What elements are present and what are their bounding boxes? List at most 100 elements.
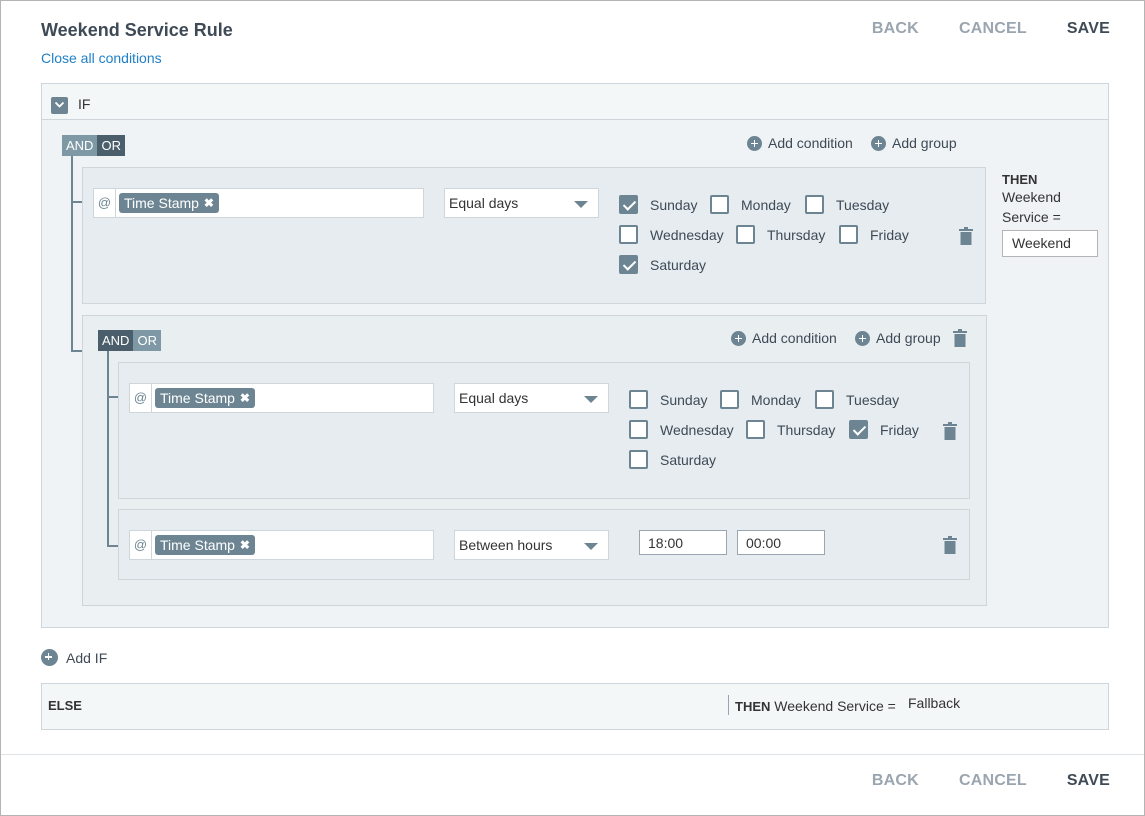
checkbox-label: Sunday xyxy=(660,391,708,408)
then-title: THEN xyxy=(1002,172,1038,187)
at-icon: @ xyxy=(130,384,152,412)
checkbox-friday[interactable]: Friday xyxy=(849,420,919,439)
field-input[interactable]: @ Time Stamp ✖ xyxy=(129,530,434,560)
checkbox-icon xyxy=(720,390,739,409)
checkbox-icon xyxy=(629,390,648,409)
field-input[interactable]: @ Time Stamp ✖ xyxy=(93,188,424,218)
page-title: Weekend Service Rule xyxy=(41,20,233,40)
else-then-field: Weekend Service = xyxy=(774,698,896,714)
footer-save-button[interactable]: SAVE xyxy=(1067,772,1110,790)
at-icon: @ xyxy=(130,531,152,559)
operator-select[interactable]: Between hours xyxy=(454,530,609,560)
checkbox-tuesday[interactable]: Tuesday xyxy=(805,195,889,214)
add-group-button[interactable]: Add group xyxy=(871,135,957,151)
at-icon: @ xyxy=(94,189,116,217)
checkbox-monday[interactable]: Monday xyxy=(720,390,801,409)
checkbox-label: Thursday xyxy=(777,421,836,438)
field-tag: Time Stamp ✖ xyxy=(155,388,255,408)
checkbox-icon xyxy=(710,195,729,214)
trash-icon xyxy=(953,329,967,347)
add-condition-label: Add condition xyxy=(752,330,837,346)
add-group-label: Add group xyxy=(876,330,941,346)
from-time-input[interactable]: 18:00 xyxy=(639,530,727,555)
group-and-button[interactable]: AND xyxy=(98,330,134,351)
root-and-button[interactable]: AND xyxy=(62,135,98,156)
checkbox-icon xyxy=(839,225,858,244)
field-tag-label: Time Stamp xyxy=(124,195,199,211)
checkbox-icon xyxy=(619,255,638,274)
footer-cancel-button[interactable]: CANCEL xyxy=(959,772,1027,790)
field-input[interactable]: @ Time Stamp ✖ xyxy=(129,383,434,413)
chevron-down-icon xyxy=(54,101,65,108)
group-add-group-button[interactable]: Add group xyxy=(855,330,941,346)
remove-tag-icon[interactable]: ✖ xyxy=(240,388,250,408)
checkbox-saturday[interactable]: Saturday xyxy=(629,450,716,469)
checkbox-label: Monday xyxy=(751,391,801,408)
checkbox-label: Monday xyxy=(741,196,791,213)
to-time-input[interactable]: 00:00 xyxy=(737,530,825,555)
checkbox-icon xyxy=(629,420,648,439)
close-all-conditions-link[interactable]: Close all conditions xyxy=(41,50,162,66)
field-tag-label: Time Stamp xyxy=(160,390,235,406)
save-button[interactable]: SAVE xyxy=(1067,20,1110,38)
group-or-button[interactable]: OR xyxy=(133,330,161,351)
checkbox-saturday[interactable]: Saturday xyxy=(619,255,706,274)
checkbox-monday[interactable]: Monday xyxy=(710,195,791,214)
collapse-toggle[interactable] xyxy=(51,97,68,114)
group-add-condition-button[interactable]: Add condition xyxy=(731,330,837,346)
checkbox-wednesday[interactable]: Wednesday xyxy=(619,225,724,244)
checkbox-icon xyxy=(619,195,638,214)
checkbox-icon xyxy=(746,420,765,439)
checkbox-sunday[interactable]: Sunday xyxy=(619,195,697,214)
if-label: IF xyxy=(78,96,91,112)
add-if-button[interactable]: Add IF xyxy=(41,649,107,666)
delete-condition-button[interactable] xyxy=(943,536,957,554)
then-value-input[interactable]: Weekend xyxy=(1002,230,1098,257)
remove-tag-icon[interactable]: ✖ xyxy=(204,193,214,213)
delete-group-button[interactable] xyxy=(953,329,967,347)
plus-circle-icon xyxy=(747,135,762,151)
plus-circle-icon xyxy=(855,330,870,346)
checkbox-label: Wednesday xyxy=(650,226,724,243)
checkbox-icon xyxy=(736,225,755,244)
checkbox-friday[interactable]: Friday xyxy=(839,225,909,244)
checkbox-label: Thursday xyxy=(767,226,826,243)
root-or-button[interactable]: OR xyxy=(97,135,125,156)
add-if-label: Add IF xyxy=(66,649,108,666)
checkbox-thursday[interactable]: Thursday xyxy=(736,225,825,244)
else-section: ELSE THEN Weekend Service = Fallback xyxy=(41,683,1109,730)
delete-condition-button[interactable] xyxy=(943,422,957,440)
checkbox-tuesday[interactable]: Tuesday xyxy=(815,390,899,409)
add-group-label: Add group xyxy=(892,135,957,151)
else-then: THEN Weekend Service = xyxy=(735,698,896,714)
operator-value: Equal days xyxy=(459,390,529,406)
tree-line xyxy=(107,545,118,547)
else-label: ELSE xyxy=(48,698,82,713)
tree-line xyxy=(71,201,82,203)
checkbox-label: Wednesday xyxy=(660,421,734,438)
delete-condition-button[interactable] xyxy=(959,227,973,245)
footer-divider xyxy=(1,754,1144,755)
add-condition-button[interactable]: Add condition xyxy=(747,135,853,151)
else-value-input[interactable]: Fallback xyxy=(908,695,960,711)
checkbox-icon xyxy=(619,225,638,244)
plus-circle-icon xyxy=(871,135,886,151)
operator-select[interactable]: Equal days xyxy=(444,188,599,218)
cancel-button[interactable]: CANCEL xyxy=(959,20,1027,38)
checkbox-icon xyxy=(849,420,868,439)
operator-value: Between hours xyxy=(459,537,553,553)
remove-tag-icon[interactable]: ✖ xyxy=(240,535,250,555)
checkbox-sunday[interactable]: Sunday xyxy=(629,390,707,409)
checkbox-label: Tuesday xyxy=(846,391,900,408)
operator-select[interactable]: Equal days xyxy=(454,383,609,413)
else-divider xyxy=(728,695,729,715)
checkbox-wednesday[interactable]: Wednesday xyxy=(629,420,734,439)
back-button[interactable]: BACK xyxy=(872,20,919,38)
footer-back-button[interactable]: BACK xyxy=(872,772,919,790)
checkbox-icon xyxy=(815,390,834,409)
trash-icon xyxy=(943,422,957,440)
checkbox-thursday[interactable]: Thursday xyxy=(746,420,835,439)
root-and-or-toggle: AND OR xyxy=(62,135,125,156)
top-actions: BACK CANCEL SAVE xyxy=(872,20,1110,38)
trash-icon xyxy=(943,536,957,554)
